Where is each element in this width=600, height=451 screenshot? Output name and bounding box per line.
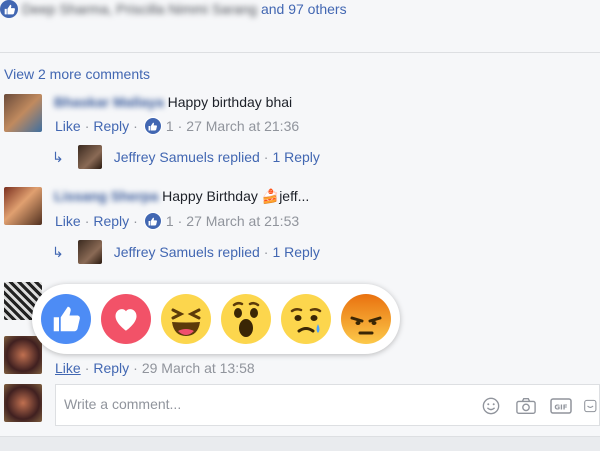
avatar: [4, 384, 42, 422]
timestamp[interactable]: 27 March at 21:53: [186, 213, 299, 229]
like-count[interactable]: 1: [166, 213, 174, 229]
comment-input[interactable]: [62, 395, 446, 413]
gif-icon[interactable]: GIF: [550, 395, 572, 417]
comment-author[interactable]: Bhaskar Mallaya: [54, 94, 164, 110]
likers-others-link[interactable]: and 97 others: [261, 1, 347, 17]
comment-composer: GIF: [55, 384, 600, 426]
camera-icon[interactable]: [515, 395, 537, 417]
comment-text: Happy Birthday 🍰jeff...: [162, 188, 310, 204]
avatar[interactable]: [4, 94, 42, 132]
emoji-icon[interactable]: [480, 395, 502, 417]
replies-link[interactable]: ↳ Jeffrey Samuels replied · 1 Reply: [52, 240, 320, 264]
haha-reaction-icon[interactable]: [161, 294, 211, 344]
likes-summary: Deep Sharma, Priscilla Nimmi Sarang and …: [0, 0, 600, 18]
wow-reaction-icon[interactable]: [221, 294, 271, 344]
like-button[interactable]: Like: [55, 213, 81, 229]
sad-reaction-icon[interactable]: [281, 294, 331, 344]
comment: Bhaskar Mallaya Happy birthday bhai: [54, 94, 292, 110]
timestamp[interactable]: 29 March at 13:58: [142, 360, 255, 376]
replies-link[interactable]: ↳ Jeffrey Samuels replied · 1 Reply: [52, 145, 320, 169]
reactions-popup: [32, 284, 400, 354]
like-button[interactable]: Like: [55, 360, 81, 376]
timestamp[interactable]: 27 March at 21:36: [186, 118, 299, 134]
sticker-icon[interactable]: [584, 395, 598, 417]
comment-author[interactable]: Lissang Sherpa: [54, 188, 158, 204]
replied-text[interactable]: Jeffrey Samuels replied: [114, 244, 260, 260]
like-reaction-icon[interactable]: [41, 294, 91, 344]
reply-arrow-icon: ↳: [52, 148, 64, 165]
replied-text[interactable]: Jeffrey Samuels replied: [114, 149, 260, 165]
avatar: [77, 145, 102, 169]
like-count[interactable]: 1: [166, 118, 174, 134]
like-count-icon: [143, 212, 162, 230]
comment: Lissang Sherpa Happy Birthday 🍰jeff...: [54, 188, 309, 205]
view-more-comments-link[interactable]: View 2 more comments: [4, 66, 150, 82]
divider: [0, 52, 600, 53]
like-button[interactable]: Like: [55, 118, 81, 134]
like-icon: [0, 0, 18, 18]
avatar[interactable]: [4, 187, 42, 225]
reply-button[interactable]: Reply: [93, 360, 129, 376]
reply-arrow-icon: ↳: [52, 243, 64, 260]
reply-count[interactable]: 1 Reply: [272, 244, 319, 260]
comment-actions: Like · Reply · 1 · 27 March at 21:53: [55, 212, 300, 230]
angry-reaction-icon[interactable]: [341, 294, 391, 344]
reply-button[interactable]: Reply: [93, 213, 129, 229]
love-reaction-icon[interactable]: [101, 294, 151, 344]
like-count-icon: [143, 117, 162, 135]
reply-count[interactable]: 1 Reply: [272, 149, 319, 165]
svg-text:GIF: GIF: [554, 404, 567, 412]
footer-strip: [0, 436, 600, 451]
comment-actions: Like · Reply · 29 March at 13:58: [55, 360, 255, 376]
reply-button[interactable]: Reply: [93, 118, 129, 134]
avatar: [77, 240, 102, 264]
likers-names[interactable]: Deep Sharma, Priscilla Nimmi Sarang: [22, 1, 257, 17]
avatar[interactable]: [4, 336, 42, 374]
comment-text: Happy birthday bhai: [167, 94, 293, 110]
comment-actions: Like · Reply · 1 · 27 March at 21:36: [55, 117, 300, 135]
